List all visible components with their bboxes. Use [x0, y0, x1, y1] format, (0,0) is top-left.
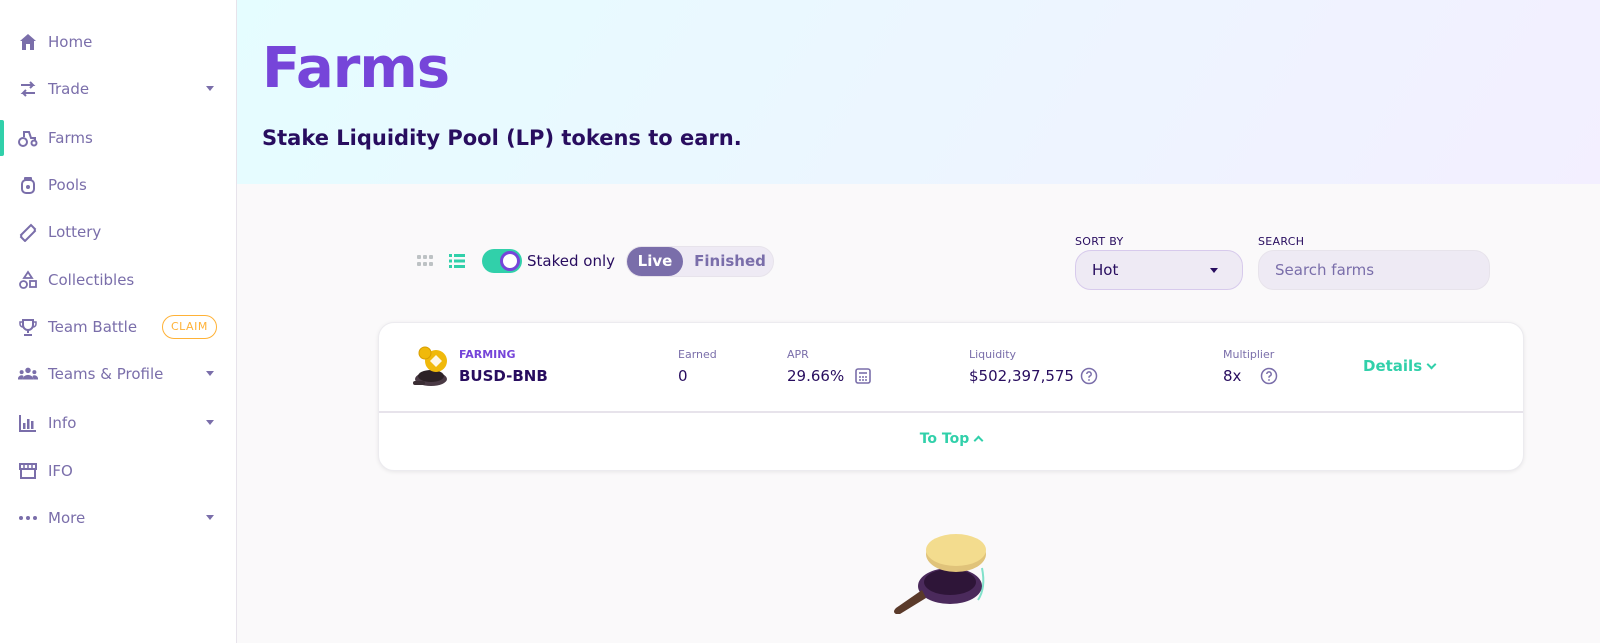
- details-button[interactable]: Details: [1363, 357, 1437, 375]
- sidebar-item-label: Info: [48, 414, 77, 432]
- sidebar-item-teams-profile[interactable]: Teams & Profile: [0, 352, 236, 396]
- sidebar-item-label: Trade: [48, 80, 90, 98]
- ticket-icon: [18, 222, 38, 242]
- staked-only-label: Staked only: [527, 252, 615, 270]
- question-icon[interactable]: [1260, 367, 1278, 385]
- sidebar-item-trade[interactable]: Trade: [0, 67, 236, 111]
- tab-live[interactable]: Live: [627, 247, 683, 276]
- sidebar-item-team-battle[interactable]: Team Battle CLAIM: [0, 305, 236, 349]
- chevron-down-icon: [206, 515, 214, 520]
- claim-badge[interactable]: CLAIM: [162, 315, 217, 339]
- sidebar: Home Trade Farms Pools Lottery Collectib…: [0, 0, 237, 643]
- sidebar-item-home[interactable]: Home: [0, 20, 236, 64]
- sidebar-item-ifo[interactable]: IFO: [0, 449, 236, 493]
- toggle-knob: [500, 251, 520, 271]
- chevron-down-icon: [1210, 268, 1218, 273]
- busd-bnb-token-icon: [413, 345, 453, 389]
- tab-finished[interactable]: Finished: [687, 247, 773, 276]
- details-label: Details: [1363, 357, 1423, 375]
- staked-only-toggle[interactable]: [482, 249, 522, 273]
- store-icon: [18, 461, 38, 481]
- sort-value: Hot: [1092, 261, 1119, 279]
- search-input[interactable]: [1258, 250, 1490, 290]
- sidebar-item-label: More: [48, 509, 86, 527]
- list-view-icon[interactable]: [448, 252, 466, 270]
- sidebar-item-label: Collectibles: [48, 271, 135, 289]
- page-subtitle: Stake Liquidity Pool (LP) tokens to earn…: [262, 126, 742, 150]
- grid-view-icon[interactable]: [416, 252, 434, 270]
- to-top-label: To Top: [919, 431, 970, 447]
- earned-value: 0: [678, 367, 688, 385]
- question-icon[interactable]: [1080, 367, 1098, 385]
- trophy-icon: [18, 317, 38, 337]
- search-label: SEARCH: [1258, 235, 1305, 248]
- liquidity-value: $502,397,575: [969, 367, 1074, 385]
- frying-pan-illustration: [890, 528, 1010, 628]
- sort-select[interactable]: Hot: [1075, 250, 1243, 290]
- sidebar-item-label: Home: [48, 33, 93, 51]
- apr-label: APR: [787, 348, 809, 361]
- sidebar-item-label: IFO: [48, 462, 73, 480]
- swap-icon: [18, 79, 38, 99]
- sidebar-item-lottery[interactable]: Lottery: [0, 210, 236, 254]
- earned-label: Earned: [678, 348, 717, 361]
- page-header: Farms Stake Liquidity Pool (LP) tokens t…: [237, 0, 1600, 184]
- chevron-down-icon: [1426, 359, 1437, 370]
- sort-by-label: SORT BY: [1075, 235, 1124, 248]
- multiplier-label: Multiplier: [1223, 348, 1275, 361]
- chevron-down-icon: [206, 86, 214, 91]
- chart-icon: [18, 413, 38, 433]
- sidebar-item-more[interactable]: More: [0, 496, 236, 540]
- chevron-up-icon: [973, 435, 984, 446]
- more-dots-icon: [18, 508, 38, 528]
- chevron-down-icon: [206, 420, 214, 425]
- sidebar-item-label: Team Battle: [48, 318, 138, 336]
- tractor-icon: [18, 128, 38, 148]
- sidebar-item-pools[interactable]: Pools: [0, 163, 236, 207]
- shapes-icon: [18, 270, 38, 290]
- chevron-down-icon: [206, 371, 214, 376]
- to-top-button[interactable]: To Top: [379, 431, 1523, 447]
- live-finished-switch: Live Finished: [626, 246, 774, 277]
- farm-pair-name: BUSD-BNB: [459, 367, 548, 385]
- farming-tag: FARMING: [459, 348, 516, 361]
- apr-value: 29.66%: [787, 367, 845, 385]
- liquidity-label: Liquidity: [969, 348, 1017, 361]
- sidebar-item-label: Lottery: [48, 223, 102, 241]
- sidebar-item-label: Teams & Profile: [48, 365, 164, 383]
- sidebar-item-label: Farms: [48, 129, 93, 147]
- farm-table: FARMING BUSD-BNB Earned 0 APR 29.66% Liq…: [378, 322, 1524, 471]
- group-icon: [18, 364, 38, 384]
- sidebar-item-info[interactable]: Info: [0, 401, 236, 445]
- home-icon: [18, 32, 38, 52]
- multiplier-value: 8x: [1223, 367, 1242, 385]
- sidebar-item-farms[interactable]: Farms: [0, 116, 236, 160]
- calculator-icon[interactable]: [854, 367, 872, 385]
- sidebar-item-label: Pools: [48, 176, 87, 194]
- pool-jar-icon: [18, 175, 38, 195]
- page-title: Farms: [262, 36, 450, 101]
- sidebar-item-collectibles[interactable]: Collectibles: [0, 258, 236, 302]
- farm-row[interactable]: FARMING BUSD-BNB Earned 0 APR 29.66% Liq…: [379, 323, 1523, 413]
